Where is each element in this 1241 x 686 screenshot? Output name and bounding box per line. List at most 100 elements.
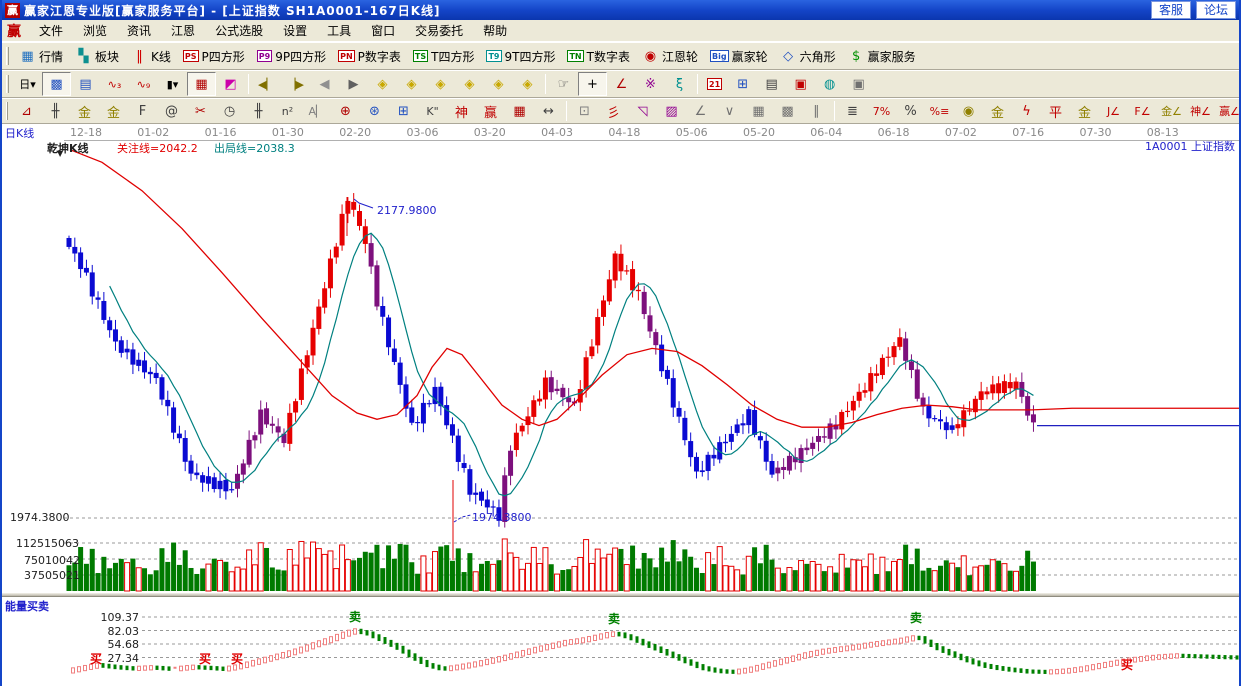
angle-lines-button[interactable]: ∠ (686, 99, 715, 123)
diamond-cross-button[interactable]: ◈ (513, 72, 542, 96)
winner-service-button[interactable]: $赢家服务 (842, 44, 922, 68)
crosshair-tool-button[interactable]: + (578, 72, 607, 96)
grid-circle-button[interactable]: ⊞ (389, 99, 418, 123)
map-view-button[interactable]: ▩ (42, 72, 71, 96)
wave3-button[interactable]: ∿₃ (100, 72, 129, 96)
gann-wheel-button[interactable]: ◉江恩轮 (636, 44, 704, 68)
gold-angle0-button[interactable]: 金 (1070, 99, 1099, 123)
wave9-button[interactable]: ∿₉ (129, 72, 158, 96)
mirror-button[interactable]: A▏ (302, 99, 331, 123)
poly-fan-button[interactable]: ◹ (628, 99, 657, 123)
hand-tool-button[interactable]: ☞ (549, 72, 578, 96)
flag-tool-button[interactable]: ϟ (1012, 99, 1041, 123)
net-save-button[interactable]: ◍ (815, 72, 844, 96)
span-button[interactable]: ↔ (534, 99, 563, 123)
gold-lines-button[interactable]: 金 (983, 99, 1012, 123)
angle-measure-button[interactable]: ∠ (607, 72, 636, 96)
ying-tool-button[interactable]: 赢 (476, 99, 505, 123)
ping-button[interactable]: 平 (1041, 99, 1070, 123)
gold-angle-button[interactable]: 金∠ (1157, 99, 1186, 123)
n-square-button[interactable]: n² (273, 99, 302, 123)
price-ruler-button[interactable]: ⊿ (12, 99, 41, 123)
grid-a-button[interactable]: ▦ (744, 99, 773, 123)
diamond-left-button[interactable]: ◈ (368, 72, 397, 96)
grid123-button[interactable]: ▦ (505, 99, 534, 123)
menu-item-3[interactable]: 资讯 (117, 20, 161, 41)
save-button[interactable]: ▣ (786, 72, 815, 96)
fibonacci-button[interactable]: F (128, 99, 157, 123)
prev-button[interactable]: ◀ (310, 72, 339, 96)
cycle-tool-button[interactable]: ξ (665, 72, 694, 96)
menu-item-5[interactable]: 公式选股 (205, 20, 273, 41)
color-chart-button[interactable]: ◩ (216, 72, 245, 96)
panel-splitter[interactable] (2, 592, 1239, 597)
last-page-button[interactable]: ▕▶ (281, 72, 310, 96)
box-tool-button[interactable]: ⊡ (570, 99, 599, 123)
ray-fan-button[interactable]: 彡 (599, 99, 628, 123)
gold-circle-button[interactable]: ◉ (954, 99, 983, 123)
t-square-button[interactable]: TST四方形 (407, 44, 481, 68)
t9-square-button[interactable]: T99T四方形 (480, 44, 561, 68)
menu-item-9[interactable]: 交易委托 (405, 20, 473, 41)
shen-tool-button[interactable]: 神 (447, 99, 476, 123)
cut-tool-button[interactable]: ✂ (186, 99, 215, 123)
menu-item-6[interactable]: 设置 (273, 20, 317, 41)
time-ruler-button[interactable]: ╫ (244, 99, 273, 123)
time-grid-button[interactable]: ╫ (41, 99, 70, 123)
calculator-button[interactable]: ⊞ (728, 72, 757, 96)
toolbar-grip[interactable] (6, 102, 8, 120)
kline-chart-canvas[interactable] (2, 124, 1239, 686)
customer-service-button[interactable]: 客服 (1151, 1, 1191, 19)
forum-button[interactable]: 论坛 (1196, 1, 1236, 19)
v-lines-button[interactable]: ∨ (715, 99, 744, 123)
clock-tool-button[interactable]: ◷ (215, 99, 244, 123)
kline-button[interactable]: ‖K线 (125, 44, 177, 68)
shen-angle-button[interactable]: 神∠ (1186, 99, 1215, 123)
calendar-button[interactable]: 21 (701, 72, 728, 96)
percent7-button[interactable]: 7% (867, 99, 896, 123)
toolbar-grip[interactable] (6, 47, 9, 65)
candle-style-dropdown[interactable]: ▮▾ (158, 72, 187, 96)
diamond-star-button[interactable]: ◈ (484, 72, 513, 96)
k-quote-button[interactable]: K" (418, 99, 447, 123)
quotes-button[interactable]: ▦行情 (13, 44, 69, 68)
menu-item-10[interactable]: 帮助 (473, 20, 517, 41)
toolbar-grip[interactable] (6, 75, 9, 93)
grid-b-button[interactable]: ▩ (773, 99, 802, 123)
count-tool-button[interactable]: ≣ (838, 99, 867, 123)
percent-lines-button[interactable]: %≡ (925, 99, 954, 123)
p-number-button[interactable]: PNP数字表 (332, 44, 407, 68)
gann-grid-button[interactable]: ▦ (187, 72, 216, 96)
spiral-button[interactable]: @ (157, 99, 186, 123)
p9-square-button[interactable]: P99P四方形 (251, 44, 332, 68)
gold-grid-button[interactable]: 金 (70, 99, 99, 123)
j-angle-button[interactable]: J∠ (1099, 99, 1128, 123)
star-circle-button[interactable]: ⊛ (360, 99, 389, 123)
panel-label-kline[interactable]: 日K线 (5, 125, 34, 141)
hexagon-button[interactable]: ◇六角形 (774, 44, 842, 68)
ying-angle-button[interactable]: 赢∠ (1215, 99, 1241, 123)
menu-item-7[interactable]: 工具 (317, 20, 361, 41)
f-angle-button[interactable]: F∠ (1128, 99, 1157, 123)
percent-button[interactable]: % (896, 99, 925, 123)
first-page-button[interactable]: ◀▏ (252, 72, 281, 96)
pattern-tool-button[interactable]: ※ (636, 72, 665, 96)
net-box-button[interactable]: ▨ (657, 99, 686, 123)
diamond-plus-button[interactable]: ◈ (455, 72, 484, 96)
menu-item-8[interactable]: 窗口 (361, 20, 405, 41)
print-button[interactable]: ▣ (844, 72, 873, 96)
diamond-h-button[interactable]: ◈ (426, 72, 455, 96)
winner-wheel-button[interactable]: Big赢家轮 (704, 44, 774, 68)
circle-cross-button[interactable]: ⊕ (331, 99, 360, 123)
notes-button[interactable]: ▤ (757, 72, 786, 96)
menu-item-1[interactable]: 文件 (29, 20, 73, 41)
parallel-button[interactable]: ∥ (802, 99, 831, 123)
chart-region[interactable]: 日K线 12-1801-0201-1601-3002-2003-0603-200… (2, 124, 1239, 686)
kline-style-dropdown[interactable]: 日▾ (13, 72, 42, 96)
diamond-right-button[interactable]: ◈ (397, 72, 426, 96)
gold-grid2-button[interactable]: 金 (99, 99, 128, 123)
sectors-button[interactable]: ▚板块 (69, 44, 125, 68)
info-doc-button[interactable]: ▤ (71, 72, 100, 96)
menu-item-4[interactable]: 江恩 (161, 20, 205, 41)
p-square-button[interactable]: PSP四方形 (177, 44, 251, 68)
